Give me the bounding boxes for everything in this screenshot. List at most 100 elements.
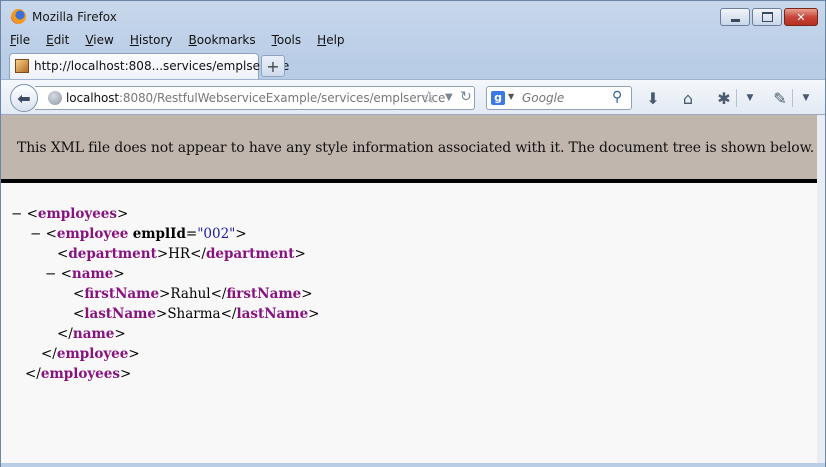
- xml-text-firstname: Rahul: [170, 286, 211, 302]
- xml-line-lastname: <lastName>Sharma</lastName>: [73, 304, 319, 324]
- menu-view[interactable]: View: [82, 32, 116, 50]
- xml-info-banner: This XML file does not appear to have an…: [1, 115, 817, 183]
- back-button[interactable]: ⬅: [10, 84, 38, 112]
- page-content: This XML file does not appear to have an…: [1, 115, 825, 467]
- xml-line-employees-close: </employees>: [25, 364, 131, 384]
- page-favicon-icon: [15, 59, 29, 73]
- xml-gt: >: [119, 366, 132, 382]
- xml-lt: <: [60, 266, 72, 282]
- new-tab-button[interactable]: +: [261, 55, 285, 77]
- search-input[interactable]: Google: [522, 91, 564, 105]
- toolbar-separator: [736, 89, 737, 107]
- xml-attr-value: "002": [197, 226, 236, 242]
- browser-window: Mozilla Firefox ✕ File Edit View History…: [0, 0, 826, 467]
- xml-gt: >: [114, 326, 126, 342]
- tab-title: http://localhost:808...services/emplserv…: [34, 59, 290, 73]
- xml-close-lt: </: [210, 286, 227, 302]
- google-icon[interactable]: g: [491, 91, 505, 105]
- search-icon[interactable]: ⚲: [612, 89, 622, 105]
- xml-tag-firstname: firstName: [226, 286, 302, 302]
- menu-file[interactable]: File: [7, 32, 33, 50]
- xml-lt: <: [26, 206, 38, 222]
- history-dropdown-icon[interactable]: ▼: [445, 92, 453, 103]
- menu-help[interactable]: Help: [314, 32, 347, 50]
- xml-tag-employees: employees: [37, 206, 117, 222]
- xml-gt: >: [117, 206, 129, 222]
- xml-lt: <: [57, 246, 69, 262]
- addon-dropdown-icon[interactable]: ▼: [739, 87, 761, 109]
- minimize-icon: [730, 18, 740, 22]
- minimize-button[interactable]: [720, 8, 750, 26]
- xml-tag-employee: employee: [56, 346, 129, 362]
- xml-close-lt: </: [190, 246, 206, 262]
- eyedropper-dropdown-icon[interactable]: ▼: [795, 87, 817, 109]
- tab-emplservice[interactable]: http://localhost:808...services/emplserv…: [9, 53, 289, 79]
- xml-tag-name: name: [71, 266, 114, 282]
- xml-close-lt: </: [57, 326, 73, 342]
- collapse-toggle[interactable]: −: [30, 226, 41, 242]
- window-title: Mozilla Firefox: [32, 10, 117, 24]
- xml-line-employee-close: </employee>: [41, 344, 140, 364]
- xml-tag-lastname: lastName: [236, 306, 309, 322]
- xml-close-lt: </: [41, 346, 57, 362]
- xml-line-name-open: − <name>: [45, 264, 125, 284]
- xml-text-department: HR: [168, 246, 191, 262]
- xml-tag-department: department: [68, 246, 157, 262]
- scrollbar-track[interactable]: [817, 115, 825, 467]
- xml-gt: >: [308, 306, 320, 322]
- xml-gt: >: [159, 286, 171, 302]
- xml-close-lt: </: [25, 366, 41, 382]
- xml-line-employees-open: − <employees>: [11, 204, 128, 224]
- xml-tag-employee: employee: [56, 226, 129, 242]
- xml-lt: <: [73, 306, 85, 322]
- xml-attr-name: emplId: [132, 226, 186, 242]
- xml-tag-employees: employees: [40, 366, 120, 382]
- xml-gt: >: [113, 266, 125, 282]
- download-icon[interactable]: ⬇: [642, 87, 664, 109]
- xml-gt: >: [128, 346, 140, 362]
- engine-dropdown-icon[interactable]: ▼: [508, 92, 514, 101]
- menu-bookmarks[interactable]: Bookmarks: [186, 32, 259, 50]
- eyedropper-icon[interactable]: ✎: [769, 87, 791, 109]
- xml-line-department: <department>HR</department>: [57, 244, 306, 264]
- site-identity-icon[interactable]: [48, 91, 62, 105]
- reload-icon[interactable]: ↻: [460, 89, 472, 105]
- xml-close-lt: </: [220, 306, 237, 322]
- maximize-button[interactable]: [752, 8, 782, 26]
- window-bottom-border: [1, 463, 825, 467]
- menu-tools[interactable]: Tools: [269, 32, 305, 50]
- bookmark-star-icon[interactable]: ☆: [421, 88, 436, 108]
- url-path: :8080/RestfulWebserviceExample/services/…: [118, 91, 446, 105]
- back-arrow-icon: ⬅: [17, 88, 31, 108]
- xml-gt: >: [156, 306, 168, 322]
- xml-line-firstname: <firstName>Rahul</firstName>: [73, 284, 313, 304]
- close-button[interactable]: ✕: [784, 8, 818, 26]
- collapse-toggle[interactable]: −: [11, 206, 22, 222]
- firefox-icon: [11, 9, 26, 24]
- close-icon: ✕: [796, 10, 806, 24]
- address-bar[interactable]: localhost:8080/RestfulWebserviceExample/…: [35, 86, 475, 110]
- maximize-icon: [761, 12, 773, 22]
- addon-bug-icon[interactable]: ✱: [713, 87, 735, 109]
- xml-line-employee-open: − <employee emplId="002">: [30, 226, 247, 242]
- xml-gt: >: [156, 246, 169, 262]
- home-icon[interactable]: ⌂: [677, 87, 699, 109]
- navigation-bar: localhost:8080/RestfulWebserviceExample/…: [1, 79, 825, 115]
- xml-gt: >: [235, 226, 247, 242]
- search-bar[interactable]: g ▼ Google ⚲: [486, 86, 632, 110]
- xml-gt: >: [301, 286, 313, 302]
- menu-edit[interactable]: Edit: [43, 32, 72, 50]
- url-host: localhost: [66, 91, 119, 105]
- xml-lt: <: [45, 226, 57, 242]
- xml-text-lastname: Sharma: [167, 306, 221, 322]
- toolbar-separator: [792, 89, 793, 107]
- title-bar: Mozilla Firefox ✕: [1, 1, 825, 31]
- collapse-toggle[interactable]: −: [45, 266, 56, 282]
- menu-history[interactable]: History: [127, 32, 176, 50]
- xml-lt: <: [73, 286, 85, 302]
- url-text: localhost:8080/RestfulWebserviceExample/…: [66, 91, 445, 105]
- xml-tag-name: name: [72, 326, 115, 342]
- plus-icon: +: [266, 56, 280, 76]
- tab-strip: http://localhost:808...services/emplserv…: [1, 51, 825, 79]
- xml-line-name-close: </name>: [57, 324, 126, 344]
